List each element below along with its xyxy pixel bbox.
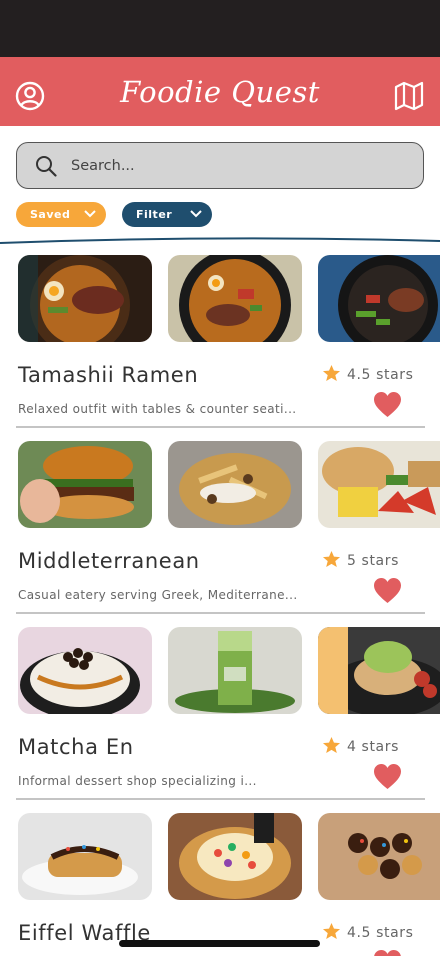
salad-plate-photo[interactable] bbox=[318, 441, 440, 528]
waffle-dessert-photo[interactable] bbox=[18, 813, 152, 900]
matcha-pancake-photo[interactable] bbox=[318, 627, 440, 714]
status-bar bbox=[0, 0, 440, 57]
restaurant-name[interactable]: Matcha En bbox=[18, 735, 134, 759]
rating-text: 5 stars bbox=[347, 553, 399, 569]
rating-text: 4.5 stars bbox=[347, 367, 414, 383]
section-divider bbox=[0, 237, 440, 244]
heart-icon[interactable] bbox=[373, 391, 402, 418]
chevron-down-icon bbox=[84, 210, 96, 218]
restaurant-name[interactable]: Tamashii Ramen bbox=[18, 363, 198, 387]
ramen-bowl-photo[interactable] bbox=[318, 255, 440, 342]
star-icon bbox=[322, 550, 341, 568]
map-icon[interactable] bbox=[393, 81, 425, 111]
restaurant-card[interactable]: Middleterranean 5 stars Casual eatery se… bbox=[0, 441, 440, 627]
heart-icon[interactable] bbox=[373, 577, 402, 604]
restaurant-description: Informal dessert shop specializing i... bbox=[18, 774, 257, 788]
rating: 4.5 stars bbox=[322, 364, 414, 384]
restaurant-card[interactable]: Matcha En 4 stars Informal dessert shop … bbox=[0, 627, 440, 813]
restaurant-name[interactable]: Middleterranean bbox=[18, 549, 200, 573]
filter-dropdown-label: Filter bbox=[136, 208, 173, 221]
burger-photo[interactable] bbox=[18, 441, 152, 528]
row-divider bbox=[16, 798, 425, 800]
saved-dropdown-label: Saved bbox=[30, 208, 71, 221]
filter-dropdown[interactable]: Filter bbox=[122, 202, 212, 227]
loaded-fries-photo[interactable] bbox=[168, 441, 302, 528]
star-icon bbox=[322, 364, 341, 382]
star-icon bbox=[322, 922, 341, 940]
ramen-bowl-photo[interactable] bbox=[168, 255, 302, 342]
restaurant-card[interactable]: Eiffel Waffle 4.5 stars bbox=[0, 813, 440, 956]
chevron-down-icon bbox=[190, 210, 202, 218]
heart-icon[interactable] bbox=[373, 949, 402, 956]
home-indicator[interactable] bbox=[119, 940, 320, 947]
app-title: Foodie Quest bbox=[120, 75, 320, 109]
search-bar[interactable] bbox=[16, 142, 424, 189]
restaurant-description: Casual eatery serving Greek, Mediterrane… bbox=[18, 588, 298, 602]
restaurant-card[interactable]: Tamashii Ramen 4.5 stars Relaxed outfit … bbox=[0, 255, 440, 441]
rating: 4 stars bbox=[322, 736, 399, 756]
saved-dropdown[interactable]: Saved bbox=[16, 202, 106, 227]
heart-icon[interactable] bbox=[373, 763, 402, 790]
row-divider bbox=[16, 612, 425, 614]
rating-text: 4.5 stars bbox=[347, 925, 414, 941]
boba-dessert-photo[interactable] bbox=[18, 627, 152, 714]
matcha-drink-photo[interactable] bbox=[168, 627, 302, 714]
search-icon bbox=[36, 156, 57, 177]
search-input[interactable] bbox=[71, 152, 401, 180]
row-divider bbox=[16, 426, 425, 428]
app-header: Foodie Quest bbox=[0, 57, 440, 126]
rating: 4.5 stars bbox=[322, 922, 414, 942]
waffle-sundae-photo[interactable] bbox=[168, 813, 302, 900]
ramen-bowl-photo[interactable] bbox=[18, 255, 152, 342]
rating-text: 4 stars bbox=[347, 739, 399, 755]
rating: 5 stars bbox=[322, 550, 399, 570]
star-icon bbox=[322, 736, 341, 754]
bubble-waffle-photo[interactable] bbox=[318, 813, 440, 900]
restaurant-description: Relaxed outfit with tables & counter sea… bbox=[18, 402, 297, 416]
